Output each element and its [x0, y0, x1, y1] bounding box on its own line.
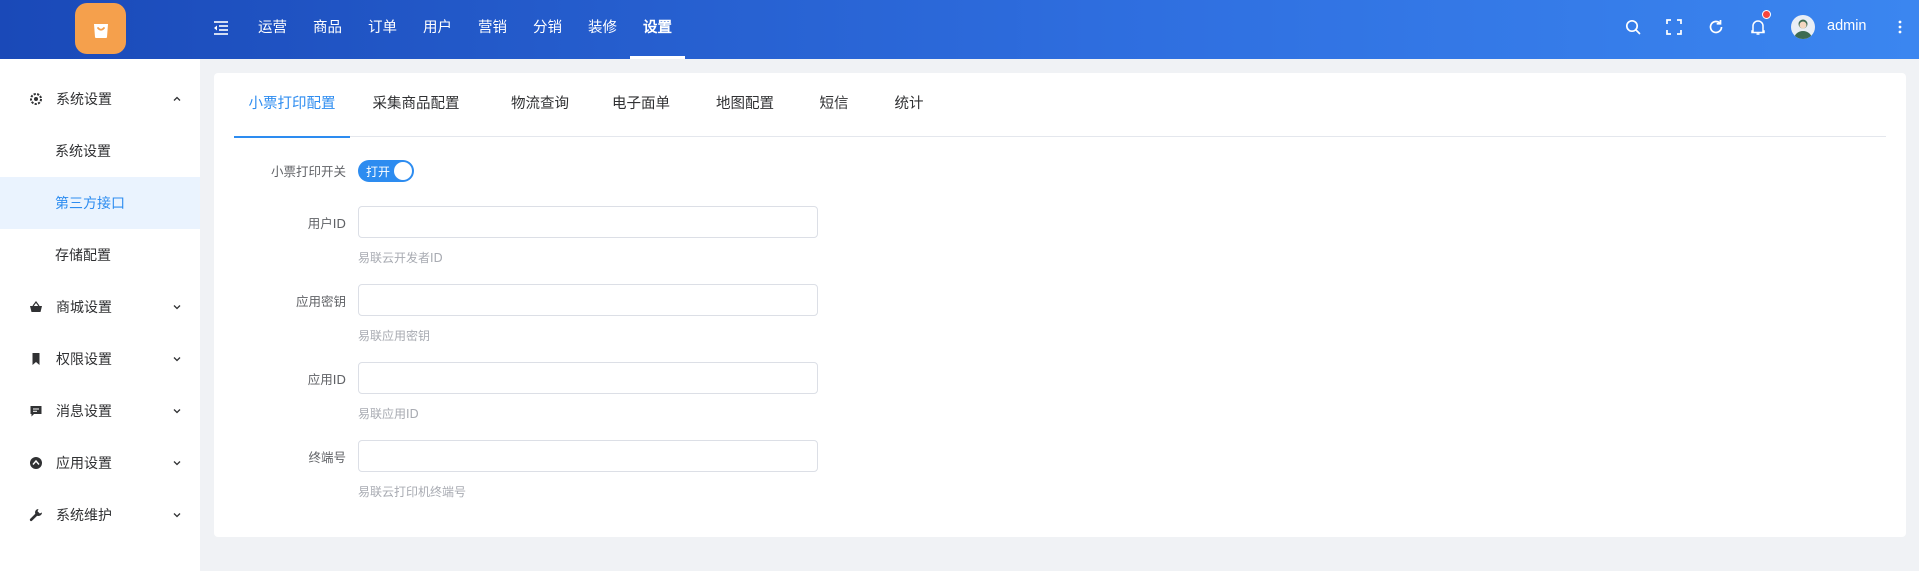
bookmark-icon — [32, 353, 40, 365]
tab-bar: 小票打印配置 采集商品配置 物流查询 电子面单 地图配置 短信 统计 — [234, 73, 1886, 138]
switch-text: 打开 — [366, 165, 391, 179]
app-icon — [30, 457, 42, 469]
tab-collect-goods[interactable]: 采集商品配置 — [356, 73, 476, 137]
sidebar-group-message[interactable]: 消息设置 — [0, 385, 200, 437]
tab-map-config[interactable]: 地图配置 — [700, 73, 790, 137]
sidebar-group-label: 消息设置 — [56, 404, 112, 420]
sidebar-group-label: 权限设置 — [56, 352, 112, 368]
sidebar-item-third-party[interactable]: 第三方接口 — [0, 177, 200, 229]
logo[interactable] — [75, 3, 126, 54]
message-icon — [30, 406, 42, 417]
refresh-icon[interactable] — [1706, 17, 1726, 37]
sidebar-item-label: 存储配置 — [55, 248, 111, 264]
tab-sms[interactable]: 短信 — [809, 73, 859, 137]
nav-yingxiao[interactable]: 营销 — [465, 0, 520, 59]
nav-shangpin[interactable]: 商品 — [300, 0, 355, 59]
terminal-number-input[interactable] — [358, 440, 818, 472]
gear-icon — [30, 93, 42, 105]
chevron-down-icon — [173, 409, 181, 414]
nav-yonghu[interactable]: 用户 — [410, 0, 465, 59]
sidebar-group-maintenance[interactable]: 系统维护 — [0, 489, 200, 541]
sidebar-group-system[interactable]: 系统设置 — [0, 73, 200, 125]
chevron-up-icon — [173, 96, 181, 101]
sidebar-group-label: 商城设置 — [56, 300, 112, 316]
sidebar-item-storage[interactable]: 存储配置 — [0, 229, 200, 281]
app-id-input[interactable] — [358, 362, 818, 394]
collapse-icon[interactable] — [212, 19, 230, 37]
tab-e-waybill[interactable]: 电子面单 — [596, 73, 686, 137]
basket-icon — [30, 301, 42, 312]
field-label-user-id: 用户ID — [307, 216, 346, 231]
field-help-terminal: 易联云打印机终端号 — [358, 485, 467, 499]
top-nav: 运营 商品 订单 用户 营销 分销 装修 设置 — [245, 0, 685, 59]
nav-zhuangxiu[interactable]: 装修 — [575, 0, 630, 59]
chevron-down-icon — [173, 461, 181, 466]
sidebar-group-app[interactable]: 应用设置 — [0, 437, 200, 489]
field-help-app-id: 易联应用ID — [358, 407, 419, 421]
sidebar-group-label: 系统维护 — [56, 508, 112, 524]
tab-receipt-print[interactable]: 小票打印配置 — [234, 73, 350, 138]
chevron-down-icon — [173, 305, 181, 310]
sidebar-group-label: 应用设置 — [56, 456, 112, 472]
app-secret-input[interactable] — [358, 284, 818, 316]
tab-logistics[interactable]: 物流查询 — [494, 73, 586, 137]
sidebar: 系统设置 系统设置 第三方接口 存储配置 商城设置 权限设置 消息设置 应用设置… — [0, 59, 200, 571]
chevron-down-icon — [173, 357, 181, 362]
switch-knob — [394, 162, 412, 180]
username[interactable]: admin — [1827, 18, 1867, 34]
sidebar-group-permission[interactable]: 权限设置 — [0, 333, 200, 385]
notification-dot — [1762, 10, 1771, 19]
sidebar-group-mall[interactable]: 商城设置 — [0, 281, 200, 333]
shopping-bag-icon — [93, 23, 108, 38]
nav-yunying[interactable]: 运营 — [245, 0, 300, 59]
field-label-app-secret: 应用密钥 — [295, 294, 346, 309]
avatar[interactable] — [1791, 15, 1815, 39]
nav-fenxiao[interactable]: 分销 — [520, 0, 575, 59]
chevron-down-icon — [173, 513, 181, 518]
sidebar-item-label: 系统设置 — [55, 144, 111, 160]
nav-shezhi[interactable]: 设置 — [630, 0, 685, 59]
nav-dingdan[interactable]: 订单 — [355, 0, 410, 59]
print-toggle-switch[interactable]: 打开 — [358, 160, 414, 182]
search-icon[interactable] — [1623, 17, 1643, 37]
field-label-terminal: 终端号 — [308, 450, 346, 465]
more-vertical-icon[interactable] — [1890, 17, 1910, 37]
wrench-icon — [29, 509, 42, 522]
field-label-app-id: 应用ID — [307, 372, 346, 387]
field-help-user-id: 易联云开发者ID — [358, 251, 443, 265]
field-help-app-secret: 易联应用密钥 — [358, 329, 431, 343]
user-id-input[interactable] — [358, 206, 818, 238]
fullscreen-icon[interactable] — [1664, 17, 1684, 37]
switch-label: 小票打印开关 — [270, 164, 346, 179]
sidebar-item-label: 第三方接口 — [55, 196, 125, 212]
sidebar-item-system-settings[interactable]: 系统设置 — [0, 125, 200, 177]
sidebar-group-label: 系统设置 — [56, 92, 112, 108]
top-header: 运营 商品 订单 用户 营销 分销 装修 设置 admin — [0, 0, 1919, 59]
bell-icon[interactable] — [1748, 17, 1768, 37]
tab-statistics[interactable]: 统计 — [884, 73, 934, 137]
